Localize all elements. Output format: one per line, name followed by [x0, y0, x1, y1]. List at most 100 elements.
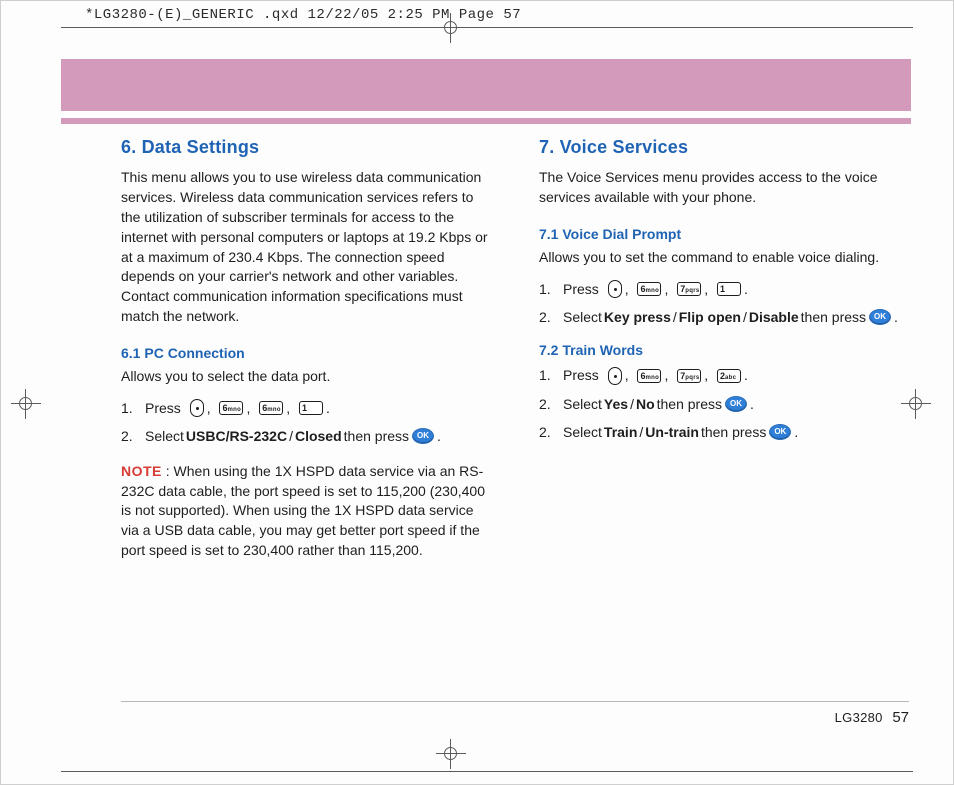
option-yes: Yes — [604, 393, 628, 415]
step-text: then press — [801, 306, 866, 328]
sep: / — [630, 393, 634, 415]
step-text: Press — [145, 397, 181, 419]
step-text: then press — [344, 425, 409, 447]
step-number: 1. — [539, 364, 563, 386]
footer: LG3280 57 — [835, 709, 909, 726]
step-number: 1. — [121, 397, 145, 419]
register-mark-left — [11, 389, 41, 419]
step-text: Press — [563, 364, 599, 386]
subsection-heading-7-1: 7.1 Voice Dial Prompt — [539, 226, 911, 242]
comma: , — [704, 278, 708, 300]
step-7-2-3: 2. Select Train / Un-train then press OK… — [539, 421, 911, 443]
subsection-6-1-intro: Allows you to select the data port. — [121, 367, 493, 387]
note-6-1: NOTE : When using the 1X HSPD data servi… — [121, 462, 493, 561]
nav-key-icon — [608, 367, 622, 385]
section-heading-7: 7. Voice Services — [539, 137, 911, 158]
note-label: NOTE — [121, 463, 162, 479]
manual-page: *LG3280-(E)_GENERIC .qxd 12/22/05 2:25 P… — [0, 0, 954, 785]
step-7-1-1: 1. Press , 6mno , 7pqrs , 1 . — [539, 278, 911, 300]
key-6-icon: 6mno — [637, 369, 661, 383]
step-number: 2. — [121, 425, 145, 447]
option-train: Train — [604, 421, 637, 443]
option-no: No — [636, 393, 655, 415]
option-closed: Closed — [295, 425, 342, 447]
option-untrain: Un-train — [645, 421, 699, 443]
step-text: Select — [145, 425, 184, 447]
step-text: then press — [657, 393, 722, 415]
step-number: 1. — [539, 278, 563, 300]
content-area: 6. Data Settings This menu allows you to… — [121, 137, 911, 561]
step-text: Select — [563, 306, 602, 328]
option-key-press: Key press — [604, 306, 671, 328]
step-text: Select — [563, 421, 602, 443]
nav-key-icon — [190, 399, 204, 417]
crop-line-bottom — [61, 771, 913, 772]
step-6-1-2: 2. Select USBC/RS-232C / Closed then pre… — [121, 425, 493, 447]
key-1-icon: 1 — [299, 401, 323, 415]
key-7-icon: 7pqrs — [677, 369, 701, 383]
period: . — [326, 397, 330, 419]
subsection-heading-6-1: 6.1 PC Connection — [121, 345, 493, 361]
period: . — [744, 364, 748, 386]
key-6-icon: 6mno — [219, 401, 243, 415]
header-band — [61, 59, 911, 111]
sep: / — [639, 421, 643, 443]
ok-key-icon: OK — [870, 310, 890, 324]
step-6-1-1: 1. Press , 6mno , 6mno , 1 . — [121, 397, 493, 419]
step-text: Press — [563, 278, 599, 300]
period: . — [750, 393, 754, 415]
sep: / — [289, 425, 293, 447]
footer-page: 57 — [892, 709, 909, 726]
register-mark-top — [436, 13, 466, 43]
sep: / — [673, 306, 677, 328]
option-usbc: USBC/RS-232C — [186, 425, 287, 447]
section-7-body: The Voice Services menu provides access … — [539, 168, 911, 208]
sep: / — [743, 306, 747, 328]
step-number: 2. — [539, 421, 563, 443]
key-1-icon: 1 — [717, 282, 741, 296]
section-heading-6: 6. Data Settings — [121, 137, 493, 158]
key-7-icon: 7pqrs — [677, 282, 701, 296]
option-disable: Disable — [749, 306, 799, 328]
period: . — [744, 278, 748, 300]
step-text: Select — [563, 393, 602, 415]
subsection-7-1-intro: Allows you to set the command to enable … — [539, 248, 911, 268]
period: . — [894, 306, 898, 328]
period: . — [794, 421, 798, 443]
key-6-icon: 6mno — [259, 401, 283, 415]
comma: , — [625, 364, 629, 386]
section-6-body: This menu allows you to use wireless dat… — [121, 168, 493, 327]
subsection-heading-7-2: 7.2 Train Words — [539, 342, 911, 358]
left-column: 6. Data Settings This menu allows you to… — [121, 137, 493, 561]
comma: , — [664, 278, 668, 300]
note-body: : When using the 1X HSPD data service vi… — [121, 463, 485, 559]
steps-7-1: 1. Press , 6mno , 7pqrs , 1 . 2. — [539, 278, 911, 329]
comma: , — [625, 278, 629, 300]
footer-rule — [121, 701, 909, 702]
nav-key-icon — [608, 280, 622, 298]
ok-key-icon: OK — [726, 397, 746, 411]
register-mark-bottom — [436, 739, 466, 769]
option-flip-open: Flip open — [679, 306, 741, 328]
comma: , — [664, 364, 668, 386]
comma: , — [207, 397, 211, 419]
step-7-1-2: 2. Select Key press / Flip open / Disabl… — [539, 306, 911, 328]
right-column: 7. Voice Services The Voice Services men… — [539, 137, 911, 561]
comma: , — [246, 397, 250, 419]
header-rule — [61, 118, 911, 124]
step-number: 2. — [539, 393, 563, 415]
steps-7-2: 1. Press , 6mno , 7pqrs , 2abc . — [539, 364, 911, 443]
step-7-2-2: 2. Select Yes / No then press OK . — [539, 393, 911, 415]
ok-key-icon: OK — [770, 425, 790, 439]
period: . — [437, 425, 441, 447]
crop-line-top — [61, 27, 913, 28]
step-7-2-1: 1. Press , 6mno , 7pqrs , 2abc . — [539, 364, 911, 386]
ok-key-icon: OK — [413, 429, 433, 443]
footer-model: LG3280 — [835, 710, 883, 725]
step-text: then press — [701, 421, 766, 443]
comma: , — [704, 364, 708, 386]
key-2-icon: 2abc — [717, 369, 741, 383]
step-number: 2. — [539, 306, 563, 328]
comma: , — [286, 397, 290, 419]
key-6-icon: 6mno — [637, 282, 661, 296]
